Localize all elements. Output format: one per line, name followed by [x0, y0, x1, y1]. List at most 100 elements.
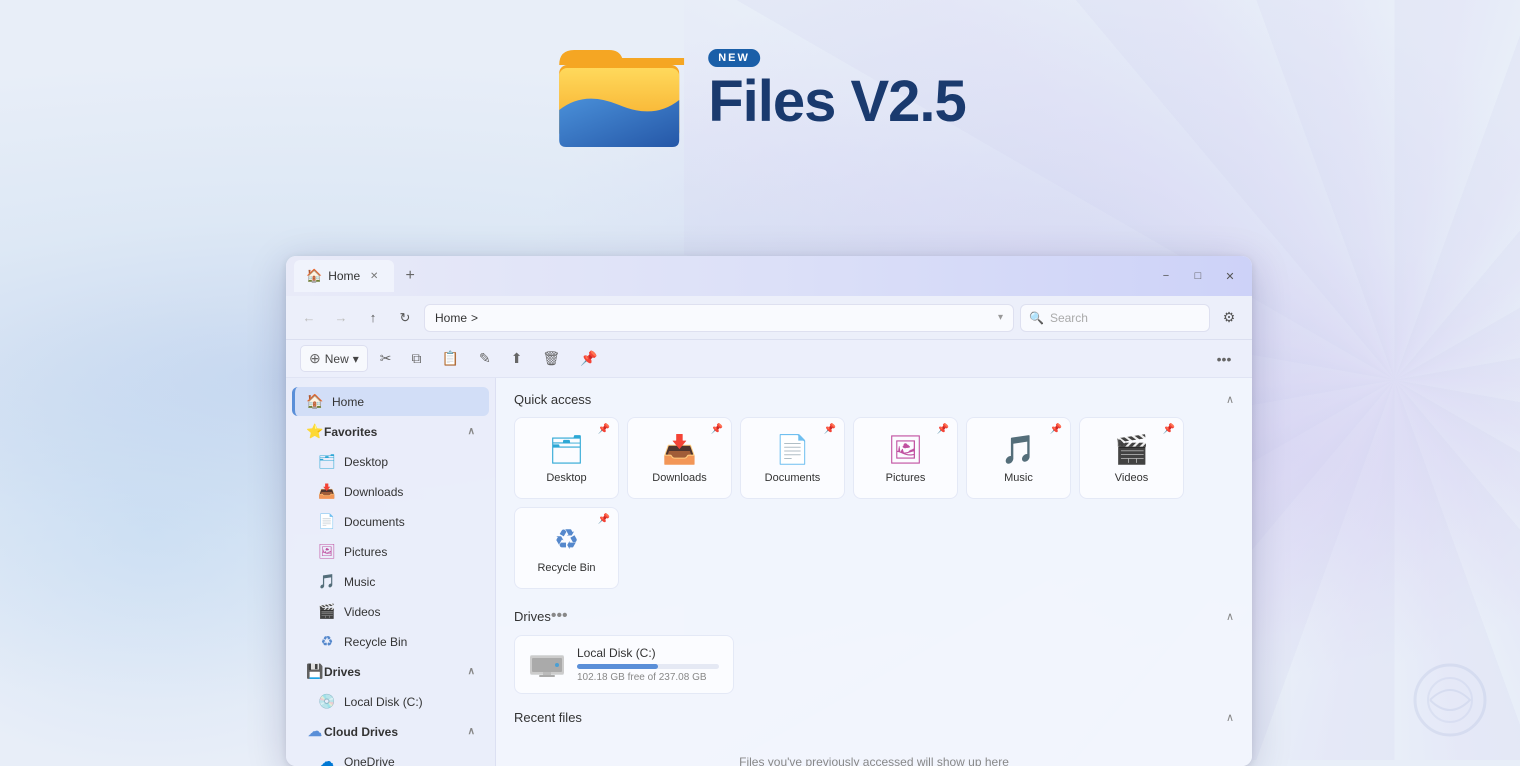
drive-item-c[interactable]: Local Disk (C:) 102.18 GB free of 237.08…	[514, 635, 734, 694]
qa-label-music: Music	[1004, 472, 1033, 484]
recent-section: Recent files ∧ Files you've previously a…	[514, 710, 1234, 766]
sidebar-videos-label: Videos	[344, 605, 380, 619]
path-label: Home	[435, 311, 467, 325]
sidebar-section-cloud-drives[interactable]: ☁ Cloud Drives ∧	[292, 717, 489, 746]
cut-button[interactable]: ✂	[372, 346, 400, 371]
address-bar: ← → ↑ ↻ Home > ▾ 🔍 Search ⚙	[286, 296, 1252, 340]
delete-button[interactable]: 🗑	[534, 346, 568, 371]
tab-close-button[interactable]: ✕	[366, 268, 382, 284]
forward-button[interactable]: →	[328, 305, 354, 331]
sidebar-onedrive-label: OneDrive	[344, 755, 395, 766]
path-separator: >	[471, 311, 478, 325]
refresh-icon: ↻	[400, 310, 411, 326]
sidebar-item-documents[interactable]: 📄 Documents	[292, 507, 489, 536]
tab-home[interactable]: 🏠 Home ✕	[294, 260, 394, 292]
qa-label-documents: Documents	[765, 472, 821, 484]
title-bar: 🏠 Home ✕ + − □ ✕	[286, 256, 1252, 296]
content-panel: Quick access ∧ 📌 🗂 Desktop 📌 📥 Downloads…	[496, 378, 1252, 766]
sidebar-item-onedrive[interactable]: ☁ OneDrive	[292, 747, 489, 766]
qa-item-videos[interactable]: 📌 🎬 Videos	[1079, 417, 1184, 499]
tab-label: Home	[328, 269, 360, 283]
music-folder-icon: 🎵	[318, 573, 336, 590]
new-icon: ⊕	[309, 350, 321, 367]
address-field[interactable]: Home > ▾	[424, 304, 1014, 332]
qa-icon-music: 🎵	[1001, 433, 1036, 466]
tab-add-button[interactable]: +	[398, 264, 422, 288]
back-icon: ←	[303, 310, 316, 325]
settings-button[interactable]: ⚙	[1216, 305, 1242, 331]
pin-button[interactable]: 📌	[572, 346, 605, 371]
qa-item-documents[interactable]: 📌 📄 Documents	[740, 417, 845, 499]
sidebar-section-drives[interactable]: 💾 Drives ∧	[292, 657, 489, 686]
qa-item-desktop[interactable]: 📌 🗂 Desktop	[514, 417, 619, 499]
cloud-drives-chevron: ∧	[468, 726, 475, 737]
quick-access-chevron[interactable]: ∧	[1226, 393, 1234, 406]
qa-item-downloads[interactable]: 📌 📥 Downloads	[627, 417, 732, 499]
app-header: NEW Files V2.5	[554, 30, 966, 150]
paste-button[interactable]: 📋	[434, 346, 467, 371]
window-controls: − □ ✕	[1152, 266, 1244, 286]
qa-icon-desktop: 🗂	[549, 433, 585, 466]
sidebar-item-desktop[interactable]: 🗂 Desktop	[292, 447, 489, 476]
sidebar: 🏠 Home ⭐ Favorites ∧ 🗂 Desktop 📥 Downloa…	[286, 378, 496, 766]
qa-item-music[interactable]: 📌 🎵 Music	[966, 417, 1071, 499]
sidebar-item-downloads[interactable]: 📥 Downloads	[292, 477, 489, 506]
rename-button[interactable]: ✎	[471, 346, 499, 371]
drive-space-c: 102.18 GB free of 237.08 GB	[577, 672, 719, 683]
new-chevron: ▾	[353, 352, 359, 366]
more-icon: •••	[1217, 351, 1232, 367]
drives-more-button[interactable]: •••	[551, 607, 568, 625]
qa-pin-music: 📌	[1050, 424, 1062, 435]
sidebar-item-pictures[interactable]: 🖼 Pictures	[292, 537, 489, 566]
desktop-folder-icon: 🗂	[318, 453, 336, 470]
recent-header: Recent files ∧	[514, 710, 1234, 725]
share-icon: ⬆	[511, 350, 523, 367]
sidebar-item-local-disk[interactable]: 💿 Local Disk (C:)	[292, 687, 489, 716]
favorites-chevron: ∧	[468, 426, 475, 437]
new-button[interactable]: ⊕ New ▾	[300, 345, 368, 372]
recent-chevron[interactable]: ∧	[1226, 711, 1234, 724]
sidebar-item-recycle-bin[interactable]: ♻ Recycle Bin	[292, 627, 489, 656]
app-title-wrap: NEW Files V2.5	[708, 49, 966, 131]
new-label: New	[325, 352, 349, 366]
up-icon: ↑	[370, 310, 377, 325]
search-field[interactable]: 🔍 Search	[1020, 304, 1210, 332]
sidebar-cloud-drives-label: Cloud Drives	[324, 725, 398, 739]
rename-icon: ✎	[479, 350, 491, 367]
sidebar-home-label: Home	[332, 395, 364, 409]
more-button[interactable]: •••	[1210, 346, 1238, 372]
close-button[interactable]: ✕	[1216, 266, 1244, 286]
sidebar-item-music[interactable]: 🎵 Music	[292, 567, 489, 596]
qa-icon-documents: 📄	[775, 433, 810, 466]
sidebar-section-favorites[interactable]: ⭐ Favorites ∧	[292, 417, 489, 446]
qa-icon-downloads: 📥	[662, 433, 697, 466]
share-button[interactable]: ⬆	[503, 346, 531, 371]
drive-name-c: Local Disk (C:)	[577, 646, 719, 660]
drives-chevron[interactable]: ∧	[1226, 610, 1234, 623]
qa-pin-documents: 📌	[824, 424, 836, 435]
copy-button[interactable]: ⧉	[404, 346, 430, 371]
drives-icon: 💾	[306, 663, 324, 680]
pin-icon: 📌	[580, 350, 597, 367]
recent-title: Recent files	[514, 710, 582, 725]
back-button[interactable]: ←	[296, 305, 322, 331]
drives-section: Drives ••• ∧	[514, 607, 1234, 694]
qa-label-desktop: Desktop	[546, 472, 586, 484]
up-button[interactable]: ↑	[360, 305, 386, 331]
minimize-button[interactable]: −	[1152, 266, 1180, 286]
favorites-icon: ⭐	[306, 423, 324, 440]
app-icon	[554, 30, 684, 150]
sidebar-desktop-label: Desktop	[344, 455, 388, 469]
qa-item-recycle[interactable]: 📌 ♻ Recycle Bin	[514, 507, 619, 589]
sidebar-music-label: Music	[344, 575, 375, 589]
maximize-button[interactable]: □	[1184, 266, 1212, 286]
sidebar-item-home[interactable]: 🏠 Home	[292, 387, 489, 416]
qa-pin-downloads: 📌	[711, 424, 723, 435]
qa-item-pictures[interactable]: 📌 🖼 Pictures	[853, 417, 958, 499]
refresh-button[interactable]: ↻	[392, 305, 418, 331]
sidebar-drives-label: Drives	[324, 665, 361, 679]
qa-label-recycle: Recycle Bin	[537, 562, 595, 574]
cut-icon: ✂	[380, 350, 392, 367]
sidebar-item-videos[interactable]: 🎬 Videos	[292, 597, 489, 626]
sidebar-pictures-label: Pictures	[344, 545, 387, 559]
